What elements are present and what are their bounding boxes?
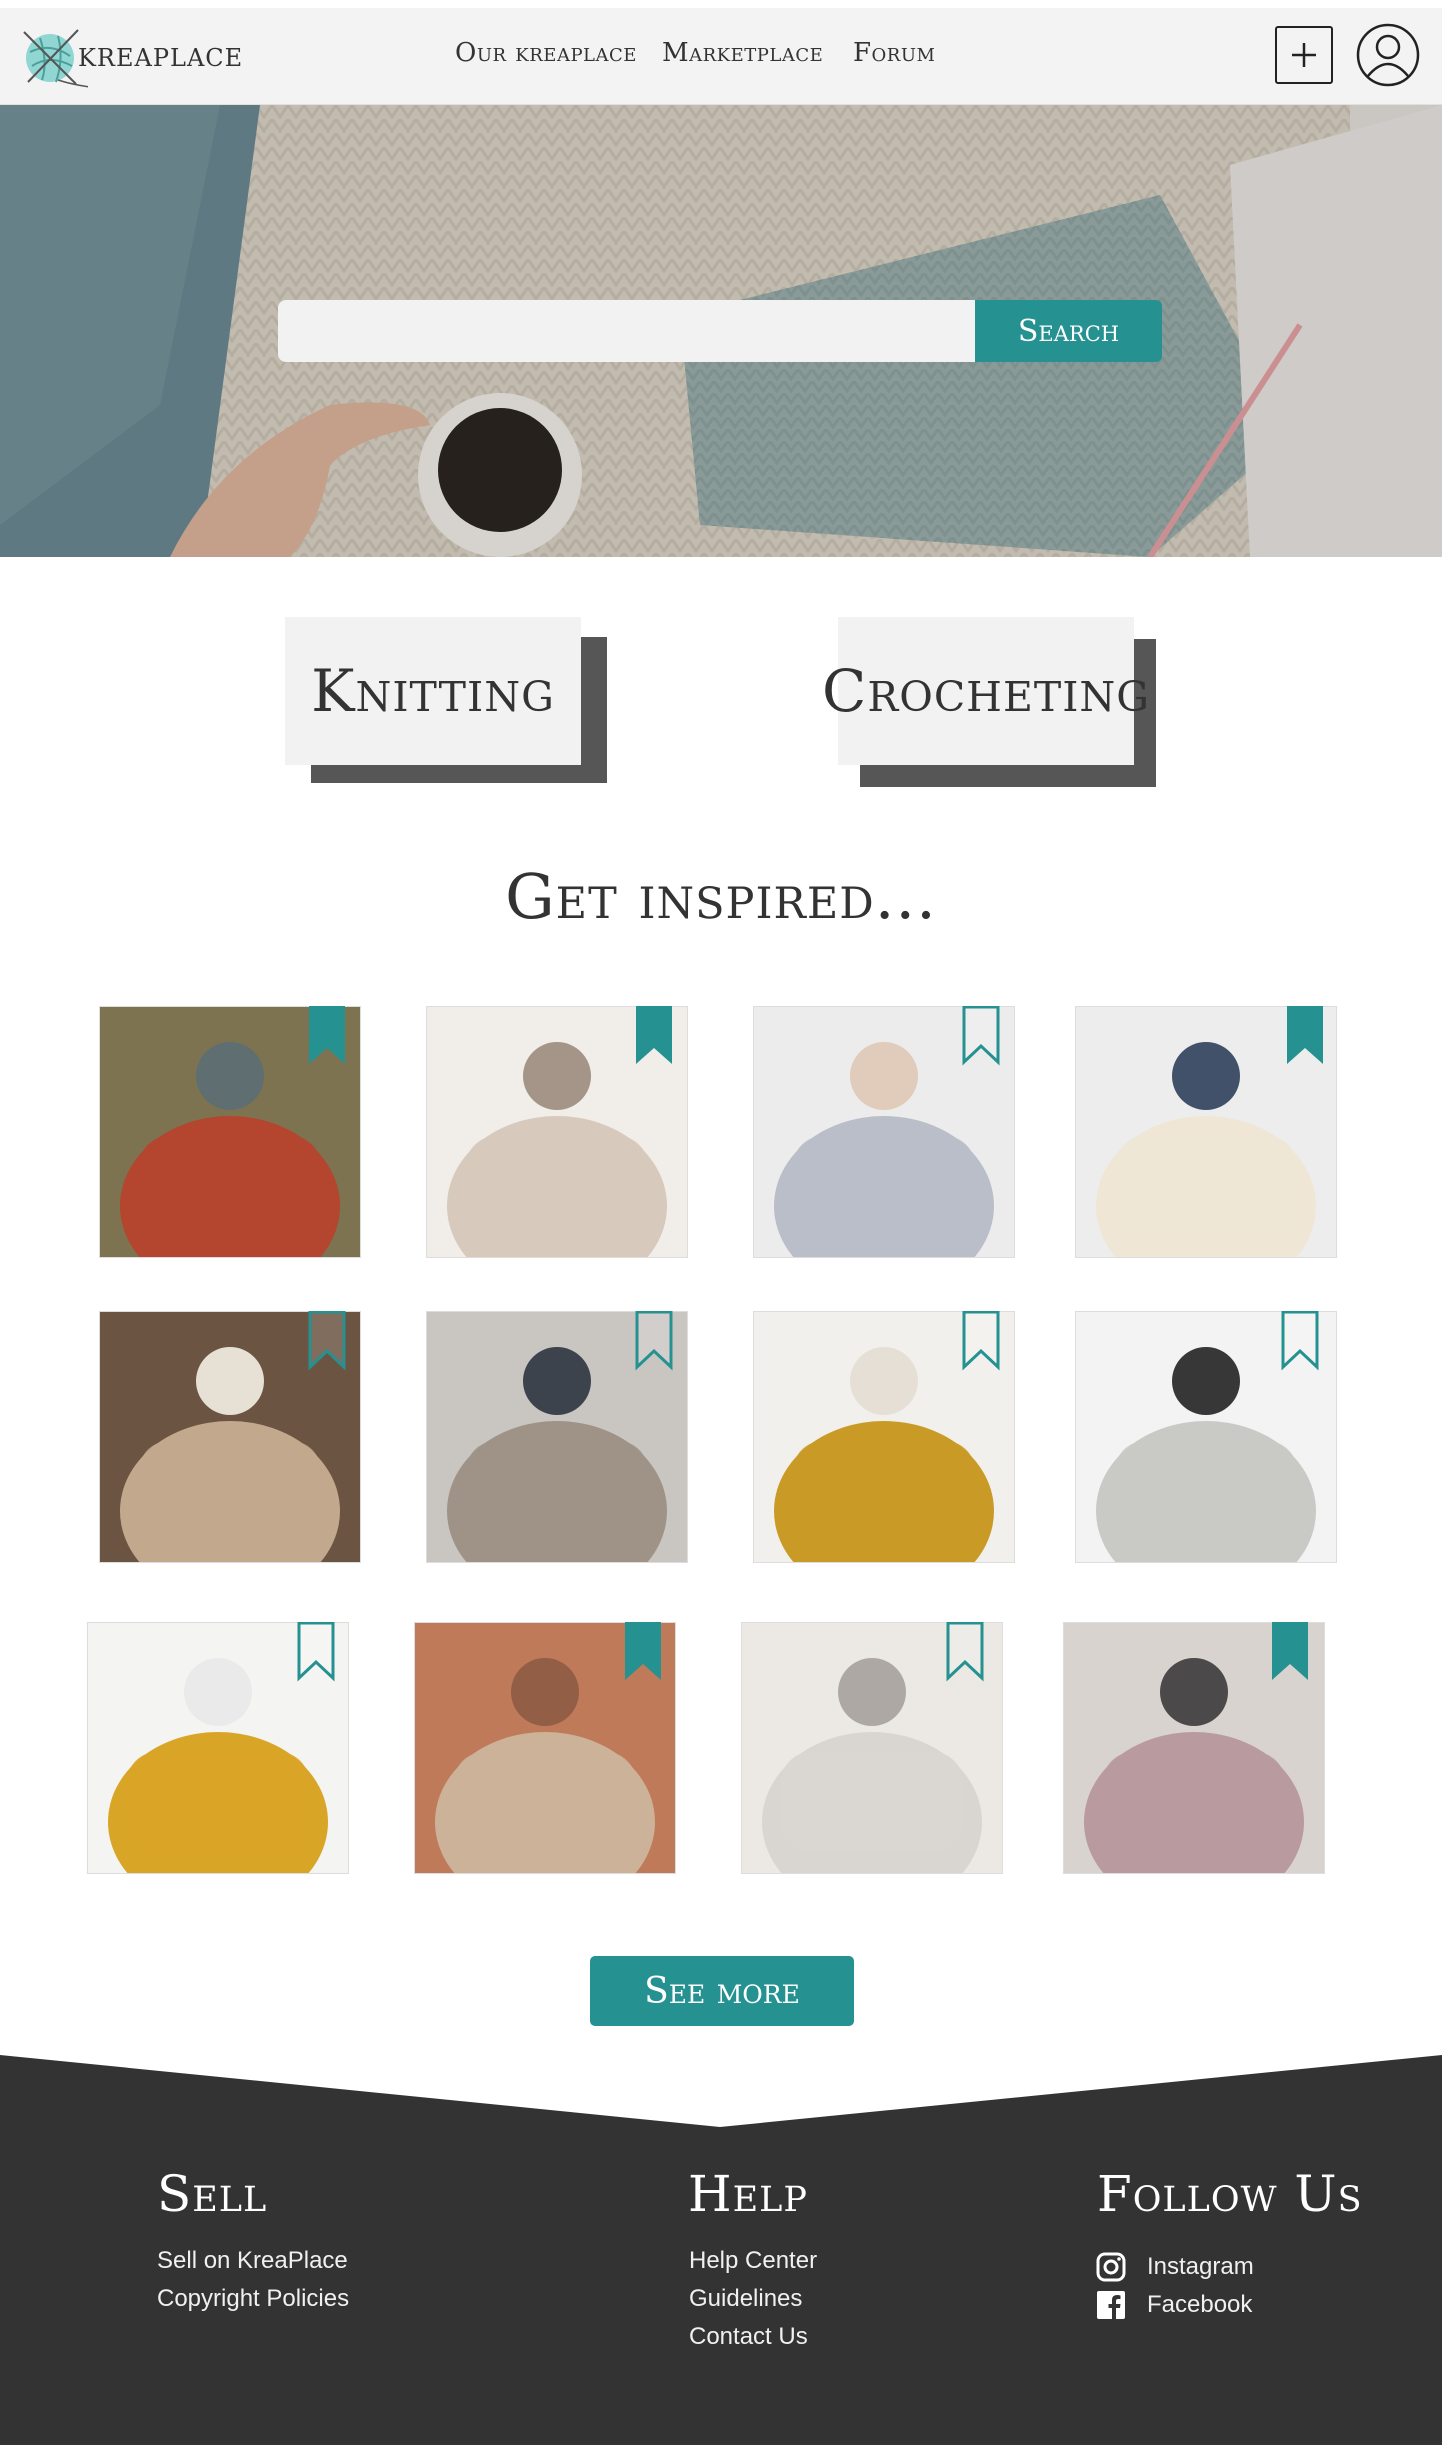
bookmark-outline-icon[interactable]: [296, 1622, 336, 1684]
get-inspired-heading: Get inspired...: [505, 860, 937, 933]
footer-help-heading: Help: [688, 2165, 808, 2223]
gallery-item-pompom-beanie[interactable]: [741, 1622, 1003, 1874]
gallery-item-pink-vneck-sweater[interactable]: [1063, 1622, 1325, 1874]
gallery-item-teddy-bears[interactable]: [99, 1311, 361, 1563]
footer-link-facebook[interactable]: Facebook: [1147, 2291, 1252, 2319]
bookmark-filled-icon[interactable]: [1270, 1622, 1310, 1684]
category-crocheting-label: Crocheting: [822, 617, 1149, 765]
bookmark-filled-icon[interactable]: [634, 1006, 674, 1068]
footer-link-copyright-policies[interactable]: Copyright Policies: [157, 2285, 349, 2313]
kreaplace-logo[interactable]: KREAPLACE: [18, 22, 242, 92]
footer-link-instagram[interactable]: Instagram: [1147, 2253, 1254, 2281]
gallery-item-mustard-scarf[interactable]: [753, 1311, 1015, 1563]
nav-forum[interactable]: Forum: [853, 38, 935, 68]
bookmark-outline-icon[interactable]: [1280, 1311, 1320, 1373]
nav-marketplace[interactable]: Marketplace: [662, 38, 823, 68]
brand-name: KREAPLACE: [78, 44, 244, 72]
site-footer: Sell Sell on KreaPlace Copyright Policie…: [0, 2055, 1442, 2445]
add-post-button[interactable]: [1275, 26, 1333, 84]
bookmark-outline-icon[interactable]: [961, 1311, 1001, 1373]
category-crocheting-card[interactable]: Crocheting: [822, 617, 1156, 789]
footer-sell-heading: Sell: [157, 2165, 268, 2223]
gallery-item-bell-sleeve-top[interactable]: [426, 1311, 688, 1563]
gallery-item-shawl[interactable]: [99, 1006, 361, 1258]
bookmark-filled-icon[interactable]: [1285, 1006, 1325, 1068]
footer-link-sell-on-kreaplace[interactable]: Sell on KreaPlace: [157, 2247, 348, 2275]
gallery-item-drawstring-bag[interactable]: [426, 1006, 688, 1258]
footer-link-contact-us[interactable]: Contact Us: [689, 2323, 808, 2351]
gallery-item-mustard-sweater[interactable]: [87, 1622, 349, 1874]
see-more-button[interactable]: See more: [590, 1956, 854, 2026]
search-button[interactable]: Search: [975, 300, 1162, 362]
instagram-icon[interactable]: [1095, 2251, 1127, 2283]
nav-our-kreaplace[interactable]: Our kreaplace: [455, 38, 637, 68]
category-knitting-card[interactable]: Knitting: [285, 617, 607, 787]
bookmark-filled-icon[interactable]: [307, 1006, 347, 1068]
category-knitting-label: Knitting: [285, 617, 581, 765]
footer-follow-heading: Follow Us: [1097, 2165, 1363, 2223]
bookmark-outline-icon[interactable]: [961, 1006, 1001, 1068]
hero-banner: Search: [0, 105, 1442, 557]
search-input[interactable]: [278, 300, 978, 362]
footer-link-help-center[interactable]: Help Center: [689, 2247, 817, 2275]
gallery-item-halter-top[interactable]: [414, 1622, 676, 1874]
gallery-item-grey-sweater[interactable]: [753, 1006, 1015, 1258]
gallery-item-koala-amigurumi[interactable]: [1075, 1311, 1337, 1563]
bookmark-outline-icon[interactable]: [945, 1622, 985, 1684]
gallery-item-bobble-yoke-sweater[interactable]: [1075, 1006, 1337, 1258]
plus-icon: [1292, 43, 1316, 67]
footer-link-guidelines[interactable]: Guidelines: [689, 2285, 802, 2313]
user-profile-icon[interactable]: [1355, 22, 1421, 88]
bookmark-outline-icon[interactable]: [634, 1311, 674, 1373]
top-navigation-bar: KREAPLACE Our kreaplace Marketplace Foru…: [0, 8, 1442, 105]
facebook-icon[interactable]: [1095, 2289, 1127, 2321]
bookmark-outline-icon[interactable]: [307, 1311, 347, 1373]
bookmark-filled-icon[interactable]: [623, 1622, 663, 1684]
